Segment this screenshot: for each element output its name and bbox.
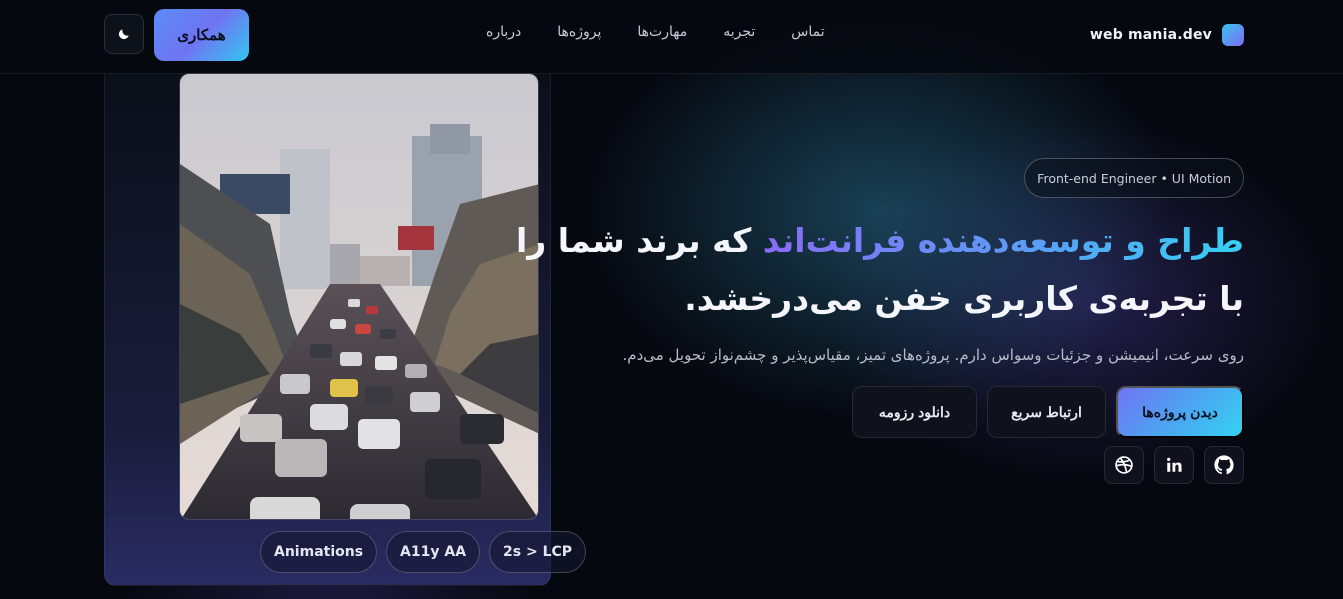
- download-resume-button[interactable]: دانلود رزومه: [852, 386, 977, 438]
- theme-toggle-button[interactable]: [104, 14, 144, 54]
- nav-link-experience[interactable]: تجربه: [723, 24, 755, 40]
- hero-subtitle: روی سرعت، انیمیشن و جزئیات وسواس دارم. پ…: [622, 346, 1244, 364]
- social-links: [564, 446, 1244, 484]
- nav-link-projects[interactable]: پروژه‌ها: [557, 24, 601, 40]
- chip-a11y: A11y AA: [386, 531, 481, 573]
- nav-link-skills[interactable]: مهارت‌ها: [637, 24, 687, 40]
- quick-contact-button[interactable]: ارتباط سریع: [987, 386, 1106, 438]
- dribbble-icon: [1115, 456, 1133, 474]
- headline-rest: که برند شما را: [515, 221, 763, 260]
- headline-line-2: با تجربه‌ی کاربری خفن می‌درخشد.: [684, 279, 1244, 318]
- chip-lcp: 2s > LCP: [489, 531, 587, 573]
- dribbble-link[interactable]: [1104, 446, 1144, 484]
- chip-animations: Animations: [260, 531, 378, 573]
- brand-logo-icon: [1222, 24, 1244, 46]
- main-nav: درباره پروژه‌ها مهارت‌ها تجربه تماس: [486, 24, 825, 40]
- role-pill: Front-end Engineer • UI Motion: [1024, 158, 1244, 198]
- nav-link-contact[interactable]: تماس: [791, 24, 824, 40]
- collaborate-button[interactable]: همکاری: [154, 9, 249, 61]
- brand-name: web mania.dev: [1089, 27, 1212, 43]
- nav-link-about[interactable]: درباره: [486, 24, 521, 40]
- profile-card: Animations A11y AA 2s > LCP: [104, 73, 587, 586]
- linkedin-link[interactable]: [1154, 446, 1194, 484]
- hero-section: Front-end Engineer • UI Motion طراح و تو…: [516, 158, 1244, 484]
- brand[interactable]: web mania.dev: [1090, 23, 1244, 47]
- moon-icon: [118, 29, 129, 40]
- city-traffic-photo: [179, 73, 539, 520]
- github-icon: [1214, 455, 1234, 475]
- github-link[interactable]: [1204, 446, 1244, 484]
- cta-group: دیدن پروژه‌ها ارتباط سریع دانلود رزومه: [564, 386, 1244, 438]
- site-header: web mania.dev درباره پروژه‌ها مهارت‌ها ت…: [0, 0, 1343, 74]
- headline-highlight: طراح و توسعه‌دهنده فرانت‌اند: [762, 221, 1244, 260]
- tech-chips: Animations A11y AA 2s > LCP: [260, 531, 587, 573]
- hero-headline: طراح و توسعه‌دهنده فرانت‌اند که برند شما…: [516, 212, 1244, 328]
- view-projects-button[interactable]: دیدن پروژه‌ها: [1116, 386, 1244, 438]
- linkedin-icon: [1167, 457, 1182, 472]
